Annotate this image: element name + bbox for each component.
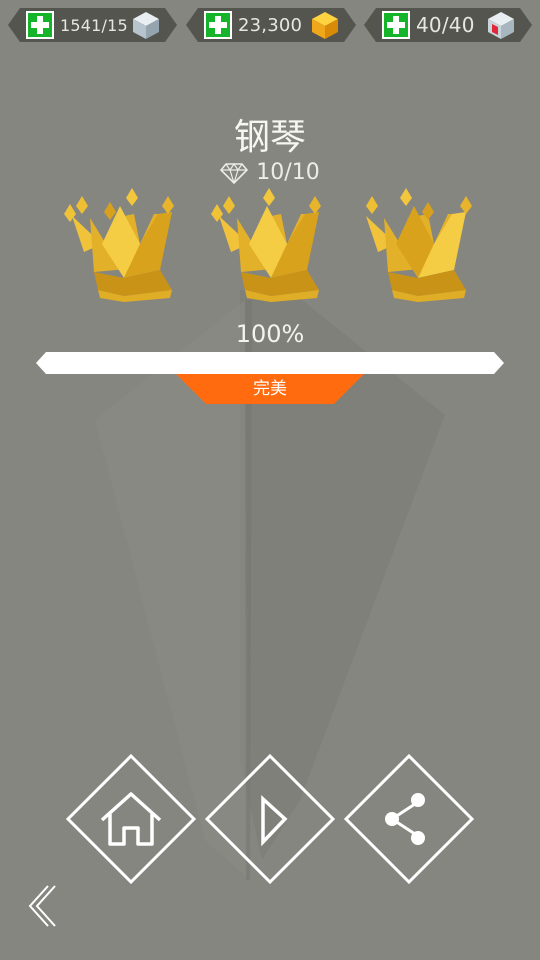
plus-icon	[31, 16, 49, 34]
hud-coins-pill: 23,300	[186, 8, 356, 42]
home-icon	[100, 792, 162, 846]
crown-icon	[211, 188, 321, 302]
back-chevron-icon	[28, 885, 56, 927]
coins-count: 23,300	[238, 14, 303, 36]
crown-icon	[64, 188, 174, 302]
gems-counter: 10/10	[0, 160, 540, 185]
completion-percent: 100%	[235, 320, 305, 348]
resource-count: 1541/15	[60, 15, 128, 35]
back-button[interactable]	[22, 882, 62, 930]
plus-icon	[387, 16, 405, 34]
hud-energy-pill: 40/40	[364, 8, 532, 42]
level-title: 钢琴	[233, 117, 306, 158]
play-button[interactable]	[205, 754, 335, 884]
progress-bar	[36, 352, 504, 374]
gold-cube-icon	[312, 12, 338, 39]
progress-fill	[36, 352, 504, 374]
hud-resource-pill: 1541/15	[8, 8, 177, 42]
energy-cube-icon	[488, 12, 514, 39]
gems-count: 10/10	[256, 160, 320, 185]
home-button[interactable]	[66, 754, 196, 884]
add-resource-button[interactable]	[26, 11, 54, 39]
cube-icon	[133, 12, 159, 39]
rating-badge: 完美	[176, 374, 364, 404]
energy-count: 40/40	[416, 13, 475, 37]
add-energy-button[interactable]	[382, 11, 410, 39]
share-icon	[385, 793, 425, 845]
play-icon	[261, 795, 288, 847]
crown-icon	[366, 188, 472, 302]
share-button[interactable]	[344, 754, 474, 884]
diamond-icon	[220, 162, 249, 184]
plus-icon	[209, 16, 227, 34]
add-coins-button[interactable]	[204, 11, 232, 39]
